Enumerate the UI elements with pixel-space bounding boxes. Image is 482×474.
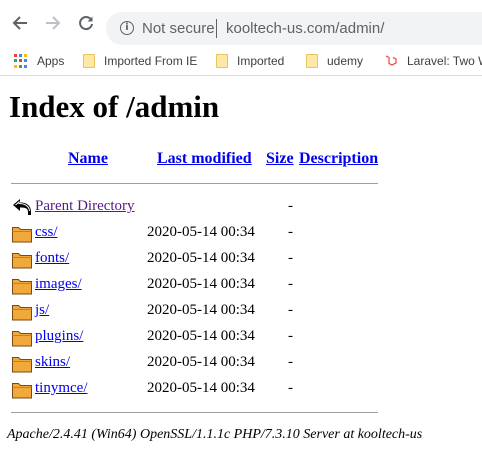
entry-size: - — [288, 328, 293, 344]
bookmark-label: udemy — [327, 54, 364, 68]
column-header-size[interactable]: Size — [266, 150, 294, 168]
column-header-name[interactable]: Name — [68, 150, 108, 168]
directory-entry-row: tinymce/2020-05-14 00:34 - — [0, 377, 482, 401]
back-arrow-icon — [13, 199, 31, 215]
parent-directory-row: Parent Directory - — [0, 195, 482, 219]
bookmark-imported-from-ie[interactable]: Imported From IE — [83, 51, 197, 71]
entry-modified: 2020-05-14 00:34 — [147, 354, 255, 370]
entry-size: - — [288, 276, 293, 292]
bookmark-label: Laravel: Two W — [407, 54, 482, 68]
bookmark-apps[interactable]: Apps — [14, 51, 64, 71]
entry-link[interactable]: plugins/ — [35, 328, 83, 345]
parent-directory-link[interactable]: Parent Directory — [35, 198, 135, 215]
entry-size: - — [288, 224, 293, 240]
bookmark-label: Imported From IE — [104, 54, 198, 68]
server-signature: Apache/2.4.41 (Win64) OpenSSL/1.1.1c PHP… — [7, 427, 423, 442]
bookmark-label: Imported — [237, 54, 285, 68]
folder-icon — [11, 326, 33, 353]
entry-modified: 2020-05-14 00:34 — [147, 276, 255, 292]
header-divider — [11, 183, 378, 184]
folder-icon — [11, 378, 33, 405]
entry-link[interactable]: css/ — [35, 224, 58, 241]
directory-entry-row: fonts/2020-05-14 00:34 - — [0, 247, 482, 271]
bookmark-udemy[interactable]: udemy — [306, 51, 363, 71]
entry-link[interactable]: js/ — [35, 302, 49, 319]
folder-icon — [216, 54, 228, 68]
bookmark-laravel[interactable]: Laravel: Two W — [384, 51, 482, 71]
entry-link[interactable]: tinymce/ — [35, 380, 88, 397]
entry-modified: 2020-05-14 00:34 — [147, 328, 255, 344]
url-text[interactable]: kooltech-us.com/admin/ — [226, 20, 384, 37]
info-icon[interactable]: i — [120, 21, 134, 35]
folder-icon — [11, 352, 33, 379]
security-status[interactable]: Not secure — [142, 20, 215, 37]
entry-size: - — [288, 250, 293, 266]
directory-entry-row: js/2020-05-14 00:34 - — [0, 299, 482, 323]
bookmarks-bar: Apps Imported From IE Imported udemy Lar… — [0, 46, 482, 76]
entry-modified: 2020-05-14 00:34 — [147, 250, 255, 266]
folder-icon — [11, 248, 33, 275]
entry-size: - — [288, 198, 293, 214]
column-header-description[interactable]: Description — [299, 150, 378, 168]
page-title: Index of /admin — [9, 89, 220, 124]
bookmark-imported[interactable]: Imported — [216, 51, 284, 71]
footer-divider — [11, 412, 378, 413]
folder-icon — [11, 274, 33, 301]
entry-link[interactable]: skins/ — [35, 354, 70, 371]
folder-icon — [83, 54, 95, 68]
omnibox-divider — [216, 19, 217, 38]
folder-icon — [306, 54, 318, 68]
browser-toolbar: i Not secure kooltech-us.com/admin/ — [0, 0, 482, 45]
address-bar[interactable]: i Not secure kooltech-us.com/admin/ — [106, 12, 482, 45]
directory-entry-row: plugins/2020-05-14 00:34 - — [0, 325, 482, 349]
folder-icon — [11, 300, 33, 327]
forward-button[interactable] — [44, 14, 62, 32]
directory-entry-row: css/2020-05-14 00:34 - — [0, 221, 482, 245]
back-arrow-icon — [12, 16, 27, 30]
entry-link[interactable]: images/ — [35, 276, 82, 293]
laravel-icon — [384, 54, 398, 68]
directory-entry-row: images/2020-05-14 00:34 - — [0, 273, 482, 297]
directory-entry-row: skins/2020-05-14 00:34 - — [0, 351, 482, 375]
reload-button[interactable] — [77, 14, 95, 32]
forward-arrow-icon — [46, 16, 61, 30]
entry-size: - — [288, 302, 293, 318]
entry-size: - — [288, 354, 293, 370]
entry-size: - — [288, 380, 293, 396]
apps-grid-icon — [14, 54, 28, 68]
entry-modified: 2020-05-14 00:34 — [147, 380, 255, 396]
folder-icon — [11, 222, 33, 249]
entry-link[interactable]: fonts/ — [35, 250, 69, 267]
bookmark-label: Apps — [37, 54, 65, 68]
entry-modified: 2020-05-14 00:34 — [147, 224, 255, 240]
reload-icon — [79, 16, 93, 31]
entry-modified: 2020-05-14 00:34 — [147, 302, 255, 318]
column-header-last-modified[interactable]: Last modified — [157, 150, 252, 168]
back-button[interactable] — [11, 14, 29, 32]
